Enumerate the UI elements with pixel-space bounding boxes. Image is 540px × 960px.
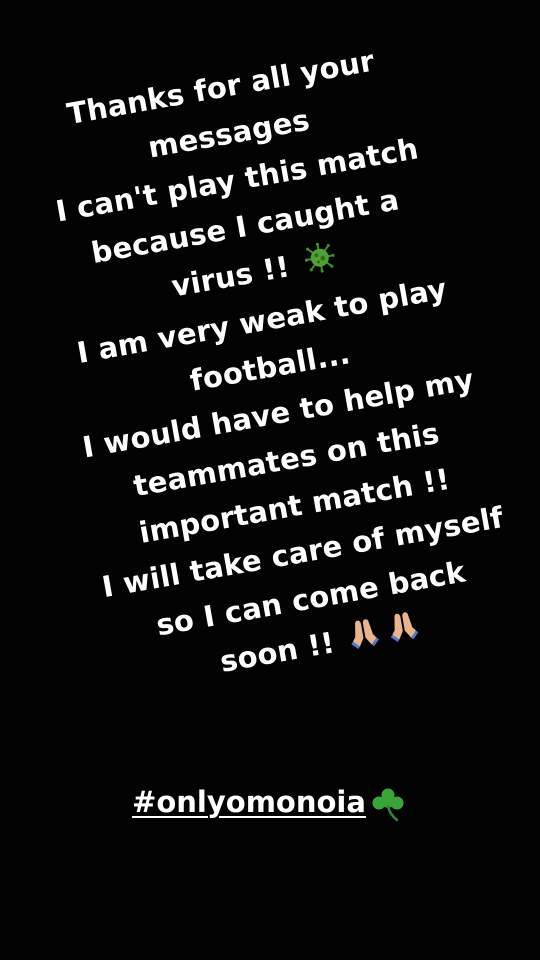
story-canvas: Thanks for all your messages I can't pla…: [0, 0, 540, 960]
folded-hands-icon: [347, 613, 383, 664]
story-message: Thanks for all your messages I can't pla…: [0, 21, 540, 712]
hashtag-text: #onlyomonoia: [132, 785, 366, 819]
hashtag-row: #onlyomonoia: [0, 782, 540, 822]
folded-hands-icon: [386, 606, 422, 657]
virus-icon: [302, 237, 340, 288]
hashtag-link[interactable]: #onlyomonoia: [132, 782, 408, 822]
shamrock-icon: [372, 788, 404, 822]
